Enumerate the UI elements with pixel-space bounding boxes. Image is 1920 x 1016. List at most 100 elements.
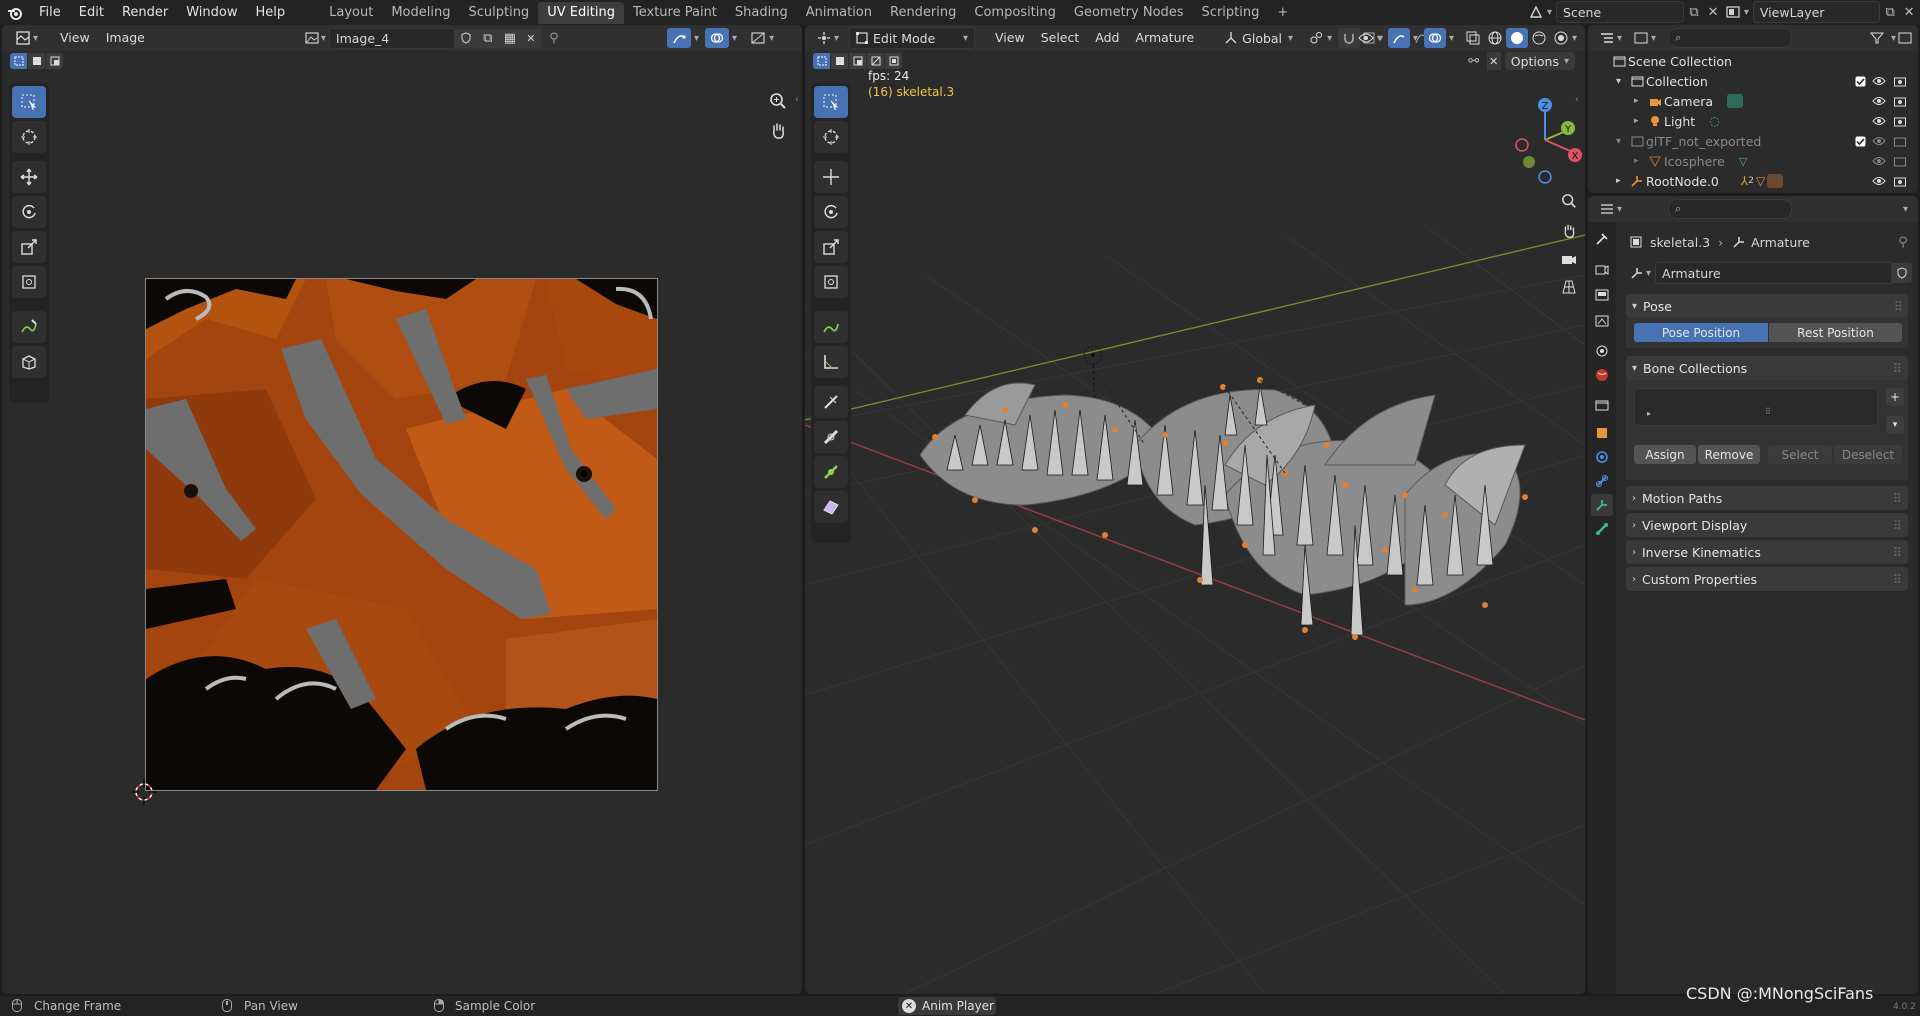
select-subtract-icon[interactable] xyxy=(46,53,63,69)
menu-edit[interactable]: Edit xyxy=(70,0,113,25)
inverse-kinematics-panel-header[interactable]: › Inverse Kinematics ⠿ xyxy=(1626,540,1908,564)
expand-arrow-icon[interactable]: ▸ xyxy=(1634,96,1646,106)
move-tool-icon[interactable] xyxy=(12,161,46,193)
tab-layout[interactable]: Layout xyxy=(320,2,382,24)
physics-tab-icon[interactable] xyxy=(1591,446,1613,468)
transform-tool-icon[interactable] xyxy=(814,266,848,298)
scene-selector[interactable]: ▾ Scene ⧉ ✕ xyxy=(1525,1,1725,23)
pin-icon[interactable]: ⚲ xyxy=(1893,232,1913,252)
bone-collections-panel-header[interactable]: ▾ Bone Collections ⠿ xyxy=(1626,356,1908,380)
checkbox-icon[interactable] xyxy=(1855,76,1866,87)
mesh-child-icon[interactable]: ▽ xyxy=(1756,174,1765,188)
expand-arrow-icon[interactable]: ▸ xyxy=(1647,409,1651,418)
camera-render-icon[interactable] xyxy=(1894,156,1906,167)
drag-handle-icon[interactable]: ⠿ xyxy=(1894,299,1903,314)
drag-handle-icon[interactable]: ⠿ xyxy=(1893,491,1902,506)
tab-scripting[interactable]: Scripting xyxy=(1193,2,1269,24)
expand-arrow-icon[interactable]: ▾ xyxy=(1616,136,1628,147)
rest-position-button[interactable]: Rest Position xyxy=(1769,323,1902,342)
tab-geometry-nodes[interactable]: Geometry Nodes xyxy=(1065,2,1193,24)
select-box-tool-icon[interactable] xyxy=(814,86,848,118)
drag-handle-icon[interactable]: ⠿ xyxy=(1893,572,1902,587)
scale-tool-icon[interactable] xyxy=(814,231,848,263)
menu-image[interactable]: Image xyxy=(98,25,153,51)
measure-tool-icon[interactable] xyxy=(814,346,848,378)
object-tab-icon[interactable] xyxy=(1591,422,1613,444)
close-icon[interactable]: ✕ xyxy=(1704,5,1722,20)
scene-name-field[interactable]: Scene xyxy=(1556,1,1685,23)
render-tab-icon[interactable] xyxy=(1591,258,1613,280)
deselect-button[interactable]: Deselect xyxy=(1834,445,1902,464)
close-icon[interactable]: ✕ xyxy=(1900,5,1918,20)
scene-tab-icon[interactable] xyxy=(1591,340,1613,362)
new-collection-icon[interactable] xyxy=(1896,32,1914,44)
tab-modeling[interactable]: Modeling xyxy=(382,2,459,24)
close-icon[interactable]: ✕ xyxy=(520,28,541,48)
tab-animation[interactable]: Animation xyxy=(797,2,881,24)
annotate-tool-icon[interactable] xyxy=(12,311,46,343)
armature-child-icon[interactable]: ⅄ xyxy=(1741,174,1748,188)
outliner-row-camera[interactable]: ▸ Camera xyxy=(1588,91,1918,111)
transform-tool-icon[interactable] xyxy=(12,266,46,298)
expand-arrow-icon[interactable]: ▸ xyxy=(1634,116,1646,126)
custom-properties-panel-header[interactable]: › Custom Properties ⠿ xyxy=(1626,567,1908,591)
editor-type-button[interactable]: ▾ xyxy=(10,28,44,48)
menu-help[interactable]: Help xyxy=(247,0,295,25)
sidebar-toggle-icon[interactable]: ‹ xyxy=(1575,95,1579,105)
expand-arrow-icon[interactable]: ▾ xyxy=(1616,76,1628,87)
outliner-row-scene-collection[interactable]: Scene Collection xyxy=(1588,51,1918,71)
pan-view-hand-icon[interactable] xyxy=(1556,218,1582,244)
view-layer-selector[interactable]: ▾ ViewLayer ⧉ ✕ xyxy=(1722,1,1918,23)
tab-sculpting[interactable]: Sculpting xyxy=(459,2,538,24)
camera-render-icon[interactable] xyxy=(1894,116,1906,127)
remove-button[interactable]: Remove xyxy=(1698,445,1760,464)
outliner-row-light[interactable]: ▸ Light ◌ xyxy=(1588,111,1918,131)
list-resize-handle-icon[interactable]: ⠿ xyxy=(1765,407,1771,416)
camera-data-icon[interactable] xyxy=(1727,94,1744,108)
zoom-view-icon[interactable] xyxy=(1556,188,1582,214)
rotate-tool-icon[interactable] xyxy=(814,196,848,228)
display-channels-icon[interactable] xyxy=(747,28,769,48)
eye-icon[interactable] xyxy=(1872,176,1886,186)
viewport-scene[interactable] xyxy=(805,25,1585,994)
new-scene-icon[interactable]: ⧉ xyxy=(1684,5,1704,20)
view-layer-name-field[interactable]: ViewLayer xyxy=(1752,1,1881,23)
menu-file[interactable]: File xyxy=(30,0,70,25)
mesh-data-icon[interactable]: ▽ xyxy=(1739,155,1747,168)
outliner-search-input[interactable]: ⌕ xyxy=(1668,28,1793,48)
menu-render[interactable]: Render xyxy=(113,0,177,25)
fake-user-shield-icon[interactable] xyxy=(454,28,477,48)
eye-icon[interactable] xyxy=(1872,96,1886,106)
armature-datablock-selector[interactable]: ▾ Armature xyxy=(1628,262,1912,284)
output-tab-icon[interactable] xyxy=(1591,284,1613,306)
display-mode-button[interactable]: ▾ xyxy=(1628,28,1662,48)
uv-sync-selection-icon[interactable] xyxy=(667,28,691,48)
new-image-icon[interactable]: ⧉ xyxy=(476,28,499,48)
bone-size-tool-icon[interactable] xyxy=(814,386,848,418)
extrude-tool-icon[interactable] xyxy=(814,456,848,488)
drag-handle-icon[interactable]: ⠿ xyxy=(1893,518,1902,533)
add-workspace-button[interactable]: + xyxy=(1268,2,1297,24)
camera-render-icon[interactable] xyxy=(1894,176,1906,187)
rip-region-tool-icon[interactable] xyxy=(12,346,46,378)
scale-tool-icon[interactable] xyxy=(12,231,46,263)
fake-user-shield-icon[interactable] xyxy=(1892,263,1912,283)
cursor-tool-icon[interactable] xyxy=(814,121,848,153)
uv-texture-image[interactable] xyxy=(145,278,658,791)
rotate-tool-icon[interactable] xyxy=(12,196,46,228)
armature-data-tab-icon[interactable] xyxy=(1591,494,1613,516)
annotate-tool-icon[interactable] xyxy=(814,311,848,343)
outliner-row-rootnode[interactable]: ▸ RootNode.0 ⅄ 2 ▽ xyxy=(1588,171,1918,191)
pin-icon[interactable]: ⚲ xyxy=(541,29,567,48)
sidebar-toggle-icon[interactable]: ‹ xyxy=(795,95,799,105)
pose-position-button[interactable]: Pose Position xyxy=(1634,323,1768,342)
new-view-layer-icon[interactable]: ⧉ xyxy=(1880,5,1900,20)
camera-render-icon[interactable] xyxy=(1894,96,1906,107)
tab-rendering[interactable]: Rendering xyxy=(881,2,965,24)
select-button[interactable]: Select xyxy=(1768,445,1832,464)
pose-panel-header[interactable]: ▾ Pose ⠿ xyxy=(1626,294,1908,318)
overlay-toggle-icon[interactable] xyxy=(705,28,730,48)
chevron-down-icon[interactable]: ▾ xyxy=(1903,204,1908,215)
bone-envelope-tool-icon[interactable] xyxy=(814,421,848,453)
menu-view[interactable]: View xyxy=(52,25,98,51)
